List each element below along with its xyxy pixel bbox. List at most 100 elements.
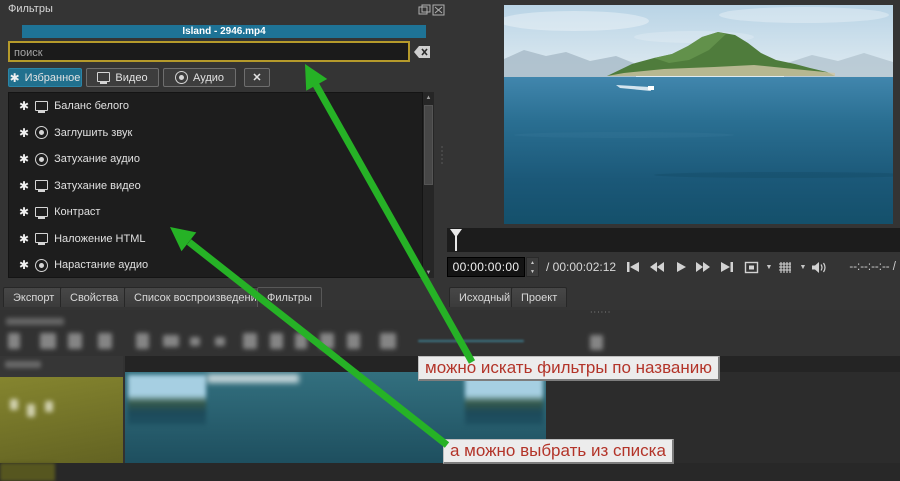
filter-item-label: Затухание видео [54,180,141,192]
toolbar-button-blurred[interactable] [40,333,56,349]
track-name-blurred [5,361,41,368]
filter-list-item[interactable]: ✱ Заглушить звук [9,120,422,147]
filter-type-icon [35,206,48,219]
timeline-title-blurred [6,318,64,325]
toolbar-button-blurred[interactable] [590,335,603,350]
filter-search-box[interactable] [8,41,410,62]
favorite-star-icon: ✱ [19,233,29,245]
toolbar-button-blurred[interactable] [320,333,334,349]
tab-source[interactable]: Исходный [449,287,520,307]
favorite-star-icon: ✱ [19,206,29,218]
panel-float-button[interactable] [418,3,431,15]
toolbar-button-blurred[interactable] [136,333,149,349]
favorite-star-icon: ✱ [19,100,29,112]
track-header[interactable] [0,356,123,377]
scroll-down-icon[interactable]: ▼ [423,267,434,278]
filter-list-item[interactable]: ✱ Наложение HTML [9,226,422,253]
video-preview [504,5,893,224]
skip-previous-button[interactable] [624,259,642,275]
toolbar-button-blurred[interactable] [98,333,112,349]
clip-detail-blurred [27,404,35,417]
timeline-zoom-slider-blurred[interactable] [418,340,524,342]
favorite-star-icon: ✱ [19,153,29,165]
clip-detail-blurred [10,399,18,410]
toolbar-button-blurred[interactable] [215,337,225,346]
filter-list-item[interactable]: ✱ Нарастание аудио [9,252,422,278]
panel-close-button[interactable] [432,3,445,15]
filter-list-item[interactable]: ✱ Баланс белого [9,93,422,120]
filter-item-label: Нарастание аудио [54,259,148,271]
annotation-list-hint: а можно выбрать из списка [443,439,674,464]
current-clip-title: Island - 2946.mp4 [22,25,426,38]
tab-properties[interactable]: Свойства [60,287,128,307]
island-scene [504,5,893,224]
filter-item-label: Наложение HTML [54,233,145,245]
toolbar-button-blurred[interactable] [295,333,307,349]
tab-favorites[interactable]: ✱ Избранное [8,68,82,87]
timeline-splitter-handle[interactable]: ⋅⋅⋅⋅⋅⋅ [590,311,612,315]
video-monitor-icon [97,71,110,84]
filters-panel-title: Фильтры [8,3,53,15]
selected-range-readout: --:--:--:-- / [828,261,896,273]
tab-export[interactable]: Экспорт [3,287,64,307]
play-button[interactable] [672,259,690,275]
scroll-up-icon[interactable]: ▲ [423,92,434,103]
clip-duration: / 00:00:02:12 [546,260,616,274]
toolbar-button-blurred[interactable] [347,333,360,349]
filter-item-label: Контраст [54,206,100,218]
preview-scrubber[interactable] [447,228,900,252]
tab-favorites-label: Избранное [25,72,81,84]
spin-up-icon[interactable]: ▲ [527,258,538,267]
filter-item-label: Затухание аудио [54,153,140,165]
filter-list-item[interactable]: ✱ Затухание видео [9,173,422,200]
filter-item-label: Заглушить звук [54,127,132,139]
filter-item-label: Баланс белого [54,100,129,112]
panel-splitter-handle[interactable]: ⋅⋅⋅⋅⋅ [439,146,445,168]
tab-project[interactable]: Проект [511,287,567,307]
tab-video-label: Видео [115,72,147,84]
tab-audio-filters[interactable]: Аудио [163,68,236,87]
favorite-star-icon: ✱ [10,72,20,84]
playhead-marker[interactable] [449,228,463,252]
scrollbar-thumb[interactable] [424,105,433,185]
favorite-star-icon: ✱ [19,259,29,271]
toolbar-button-blurred[interactable] [8,333,20,349]
toolbar-button-blurred[interactable] [163,335,179,347]
audio-speaker-icon [175,71,188,84]
skip-next-button[interactable] [718,259,736,275]
tab-video-filters[interactable]: Видео [86,68,159,87]
filter-type-icon [35,126,48,139]
audio-clip-remnant[interactable] [0,463,55,481]
close-filter-menu-button[interactable]: ✕ [244,68,270,87]
clip-detail-blurred [45,401,53,412]
tab-filters[interactable]: Фильтры [257,287,322,307]
boat [648,86,654,90]
clear-search-icon[interactable] [413,45,432,59]
shotcut-window: Фильтры Island - 2946.mp4 ✱ Избранное Ви… [0,0,900,481]
fast-forward-button[interactable] [694,259,712,275]
filter-list-item[interactable]: ✱ Контраст [9,199,422,226]
zoom-fit-button[interactable] [742,259,760,275]
toolbar-button-blurred[interactable] [380,333,396,349]
grid-button[interactable] [776,259,794,275]
clip-name-blurred [207,374,299,383]
favorite-star-icon: ✱ [19,127,29,139]
spin-down-icon[interactable]: ▼ [527,267,538,276]
toolbar-button-blurred[interactable] [270,333,283,349]
rewind-button[interactable] [648,259,666,275]
annotation-search-hint: можно искать фильтры по названию [418,356,720,381]
toolbar-button-blurred[interactable] [243,333,257,349]
toolbar-button-blurred[interactable] [68,333,82,349]
filter-search-input[interactable] [10,45,408,62]
timeline-lower-track [0,463,900,481]
tab-playlist[interactable]: Список воспроизведения [124,287,273,307]
filter-list-item[interactable]: ✱ Затухание аудио [9,146,422,173]
tab-audio-label: Аудио [193,72,224,84]
volume-button[interactable] [810,259,828,275]
timecode-stepper[interactable]: ▲ ▼ [526,257,539,277]
filter-list-scrollbar[interactable]: ▲ ▼ [423,92,434,278]
timecode-spinbox[interactable]: 00:00:00:00 [447,257,525,277]
filter-list: ✱ Баланс белого ✱ Заглушить звук ✱ Затух… [8,92,423,278]
filter-type-icon [35,232,48,245]
toolbar-button-blurred[interactable] [190,337,200,346]
